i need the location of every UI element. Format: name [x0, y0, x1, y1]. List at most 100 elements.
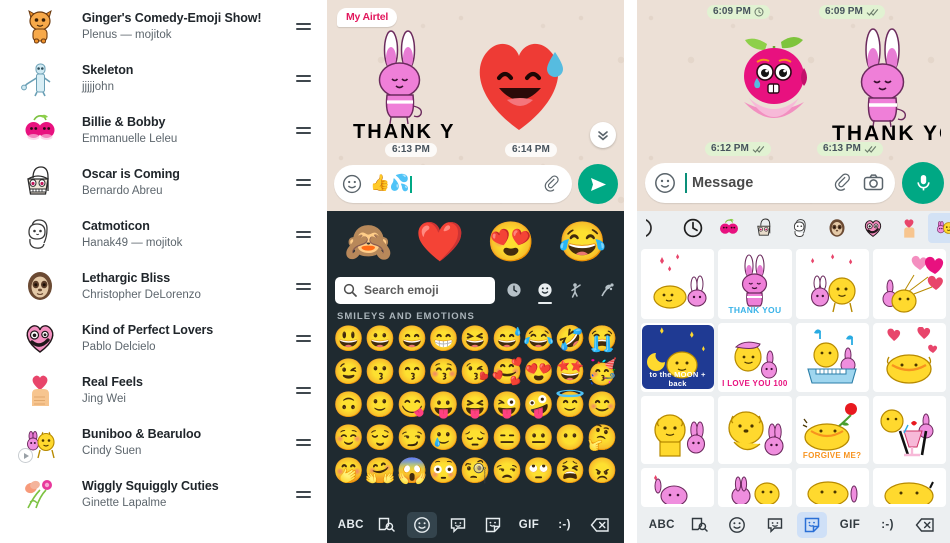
- sticker-search-key[interactable]: [371, 512, 401, 538]
- emoji-cell[interactable]: 😌: [365, 423, 397, 454]
- list-item[interactable]: Buniboo & Bearuloo Cindy Suen: [0, 416, 327, 468]
- emoji-cell[interactable]: 😐: [523, 423, 555, 454]
- sticker-cell[interactable]: [641, 396, 715, 464]
- reorder-handle[interactable]: [291, 482, 315, 506]
- emoji-cell[interactable]: 😫: [555, 456, 587, 487]
- emoji-cell[interactable]: 😱: [396, 456, 428, 487]
- reorder-handle[interactable]: [291, 14, 315, 38]
- tab-catmoticon[interactable]: [784, 213, 818, 243]
- emoji-cell[interactable]: 😗: [365, 357, 397, 388]
- person-icon[interactable]: [567, 280, 585, 300]
- emoji-cell[interactable]: 😭: [586, 324, 618, 355]
- sticker-message-bunny[interactable]: THANK YOU: [831, 26, 950, 146]
- voice-record-button[interactable]: [902, 161, 944, 204]
- emoji-cell[interactable]: 😒: [491, 456, 523, 487]
- emoji-cell[interactable]: 😉: [333, 357, 365, 388]
- emoji-cell[interactable]: 😚: [428, 357, 460, 388]
- emoji-cell[interactable]: 😙: [396, 357, 428, 388]
- tab-oscar-is-coming[interactable]: [748, 213, 782, 243]
- clock-icon[interactable]: [505, 280, 523, 300]
- emoji-cell[interactable]: 😶: [555, 423, 587, 454]
- tab-real-feels[interactable]: [892, 213, 926, 243]
- sticker-cell[interactable]: THANK YOU: [718, 249, 792, 319]
- emoji-cell[interactable]: 🙂: [365, 390, 397, 421]
- backspace-key[interactable]: [585, 512, 615, 538]
- list-item[interactable]: Lethargic Bliss Christopher DeLorenzo: [0, 260, 327, 312]
- recent-emoji[interactable]: ❤️: [416, 223, 465, 262]
- emoji-cell[interactable]: 😳: [428, 456, 460, 487]
- sticker-cell[interactable]: [718, 396, 792, 464]
- emoji-cell[interactable]: 😃: [333, 324, 365, 355]
- sticker-cell[interactable]: [872, 322, 946, 392]
- emoji-cell[interactable]: 😀: [365, 324, 397, 355]
- tab-recent[interactable]: [676, 213, 710, 243]
- backspace-key[interactable]: [910, 512, 940, 538]
- emoji-cell[interactable]: 🥲: [428, 423, 460, 454]
- tab-buniboo-bearuloo[interactable]: [928, 213, 950, 243]
- sticker-cell[interactable]: FORGIVE ME?: [795, 396, 869, 464]
- tab-lethargic-bliss[interactable]: [820, 213, 854, 243]
- emoji-cell[interactable]: 🤗: [365, 456, 397, 487]
- list-item[interactable]: Skeleton jjjjjohn: [0, 52, 327, 104]
- reorder-handle[interactable]: [291, 170, 315, 194]
- gif-key[interactable]: GIF: [514, 512, 544, 538]
- sticker-cell[interactable]: [641, 467, 715, 507]
- emoji-cell[interactable]: 😍: [523, 357, 555, 388]
- message-input-value[interactable]: 👍💦: [362, 176, 542, 192]
- recent-emoji[interactable]: 🙈: [344, 223, 393, 262]
- smiley-icon[interactable]: [654, 172, 676, 194]
- sticker-cell[interactable]: [872, 249, 946, 319]
- search-input[interactable]: Search emoji: [335, 276, 495, 304]
- list-item[interactable]: Billie & Bobby Emmanuelle Leleu: [0, 104, 327, 156]
- reorder-handle[interactable]: [291, 66, 315, 90]
- paperclip-icon[interactable]: [542, 174, 562, 194]
- emoji-cell[interactable]: 😅: [491, 324, 523, 355]
- reorder-handle[interactable]: [291, 118, 315, 142]
- emoji-key[interactable]: [407, 512, 438, 538]
- sticker-cell[interactable]: to the MOON + back: [641, 322, 715, 392]
- abc-key[interactable]: ABC: [647, 512, 677, 538]
- sticker-search-key[interactable]: [684, 512, 714, 538]
- emoticon-key[interactable]: :-): [550, 512, 580, 538]
- emoji-cell[interactable]: 😔: [460, 423, 492, 454]
- list-item[interactable]: Real Feels Jing Wei: [0, 364, 327, 416]
- tab-partial-left[interactable]: [640, 213, 674, 243]
- emoticon-key[interactable]: :-): [873, 512, 903, 538]
- sticker-message-bunny[interactable]: THANK YOU: [351, 28, 488, 145]
- list-item[interactable]: Wiggly Squiggly Cuties Ginette Lapalme: [0, 468, 327, 520]
- list-item[interactable]: Ginger's Comedy-Emoji Show! Plenus — moj…: [0, 0, 327, 52]
- emoji-cell[interactable]: 😊: [586, 390, 618, 421]
- emoji-cell[interactable]: 🥳: [586, 357, 618, 388]
- emoji-cell[interactable]: 😜: [491, 390, 523, 421]
- emoji-cell[interactable]: 🤔: [586, 423, 618, 454]
- avatar-sticker-key[interactable]: [443, 512, 473, 538]
- reorder-handle[interactable]: [291, 430, 315, 454]
- reorder-handle[interactable]: [291, 326, 315, 350]
- sticker-key[interactable]: [797, 512, 828, 538]
- emoji-cell[interactable]: 😆: [460, 324, 492, 355]
- emoji-cell[interactable]: 😇: [555, 390, 587, 421]
- sticker-key[interactable]: [478, 512, 508, 538]
- emoji-cell[interactable]: 🤭: [333, 456, 365, 487]
- reorder-handle[interactable]: [291, 378, 315, 402]
- sticker-cell[interactable]: [795, 249, 869, 319]
- emoji-cell[interactable]: 🤩: [555, 357, 587, 388]
- emoji-cell[interactable]: 😠: [586, 456, 618, 487]
- tab-kind-of-perfect-lovers[interactable]: [856, 213, 890, 243]
- camera-icon[interactable]: [863, 172, 884, 193]
- emoji-cell[interactable]: 🙄: [523, 456, 555, 487]
- smiley-icon[interactable]: [536, 280, 554, 304]
- emoji-cell[interactable]: 😏: [396, 423, 428, 454]
- emoji-cell[interactable]: 🤪: [523, 390, 555, 421]
- gif-key[interactable]: GIF: [835, 512, 865, 538]
- reorder-handle[interactable]: [291, 222, 315, 246]
- recent-emoji[interactable]: 😂: [558, 223, 607, 262]
- emoji-cell[interactable]: 😑: [491, 423, 523, 454]
- sticker-cell[interactable]: [641, 249, 715, 319]
- emoji-cell[interactable]: 🤣: [555, 324, 587, 355]
- recent-emoji[interactable]: 😍: [487, 223, 536, 262]
- sticker-cell[interactable]: [795, 467, 869, 507]
- message-input-pill[interactable]: Message: [645, 162, 895, 203]
- emoji-key[interactable]: [722, 512, 752, 538]
- emoji-cell[interactable]: 🙃: [333, 390, 365, 421]
